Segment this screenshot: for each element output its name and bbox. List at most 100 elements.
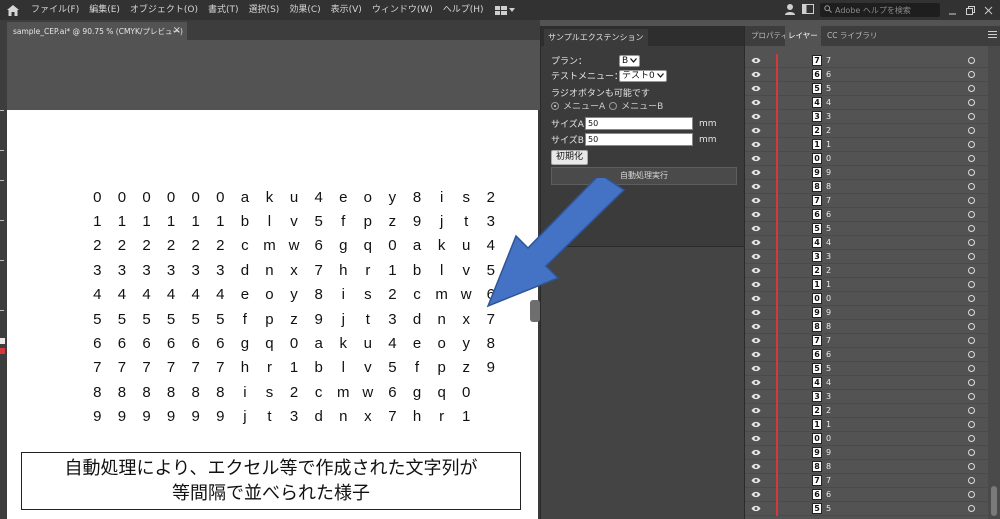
grid-character[interactable]: m <box>257 237 282 254</box>
grid-character[interactable]: 1 <box>454 408 479 425</box>
grid-character[interactable]: e <box>233 286 258 303</box>
visibility-eye-icon[interactable] <box>751 463 761 472</box>
layer-row[interactable]: 99 <box>745 446 989 460</box>
grid-character[interactable]: 4 <box>479 237 504 254</box>
grid-character[interactable]: t <box>257 408 282 425</box>
grid-character[interactable]: 7 <box>85 359 110 376</box>
visibility-eye-icon[interactable] <box>751 351 761 360</box>
grid-character[interactable]: z <box>380 213 405 230</box>
layer-row[interactable]: 55 <box>745 362 989 376</box>
layer-name[interactable]: 1 <box>826 420 831 429</box>
grid-character[interactable]: h <box>331 262 356 279</box>
layer-row[interactable]: 55 <box>745 502 989 516</box>
grid-character[interactable]: o <box>356 189 381 206</box>
grid-character[interactable]: b <box>306 359 331 376</box>
layer-name[interactable]: 3 <box>826 112 831 121</box>
grid-character[interactable]: l <box>331 359 356 376</box>
layer-row[interactable]: 11 <box>745 278 989 292</box>
layer-target-icon[interactable] <box>968 169 975 176</box>
grid-character[interactable]: 1 <box>85 213 110 230</box>
grid-character[interactable]: 5 <box>183 311 208 328</box>
visibility-eye-icon[interactable] <box>751 449 761 458</box>
visibility-eye-icon[interactable] <box>751 337 761 346</box>
grid-character[interactable]: 6 <box>110 335 135 352</box>
grid-character[interactable]: 0 <box>454 384 479 401</box>
menu-item[interactable]: 書式(T) <box>203 0 244 20</box>
visibility-eye-icon[interactable] <box>751 323 761 332</box>
grid-character[interactable]: 2 <box>159 237 184 254</box>
layer-target-icon[interactable] <box>968 337 975 344</box>
layer-name[interactable]: 9 <box>826 168 831 177</box>
layer-target-icon[interactable] <box>968 281 975 288</box>
grid-character[interactable]: b <box>233 213 258 230</box>
menu-item[interactable]: 効果(C) <box>284 0 325 20</box>
layers-scroll-thumb[interactable] <box>991 486 997 516</box>
layer-row[interactable]: 44 <box>745 236 989 250</box>
grid-character[interactable]: 8 <box>159 384 184 401</box>
grid-character[interactable]: d <box>306 408 331 425</box>
visibility-eye-icon[interactable] <box>751 407 761 416</box>
grid-character[interactable]: c <box>405 286 430 303</box>
grid-character[interactable]: 0 <box>110 189 135 206</box>
grid-character[interactable]: 0 <box>282 335 307 352</box>
layer-name[interactable]: 0 <box>826 434 831 443</box>
layer-target-icon[interactable] <box>968 183 975 190</box>
layer-target-icon[interactable] <box>968 449 975 456</box>
grid-character[interactable]: k <box>331 335 356 352</box>
panel-splitter[interactable] <box>530 300 540 322</box>
layer-target-icon[interactable] <box>968 239 975 246</box>
grid-character[interactable]: 0 <box>380 237 405 254</box>
grid-character[interactable]: b <box>405 262 430 279</box>
grid-character[interactable]: 3 <box>282 408 307 425</box>
grid-character[interactable]: 1 <box>282 359 307 376</box>
grid-character[interactable]: f <box>405 359 430 376</box>
grid-character[interactable]: 5 <box>479 262 504 279</box>
layer-name[interactable]: 6 <box>826 350 831 359</box>
visibility-eye-icon[interactable] <box>751 169 761 178</box>
grid-character[interactable]: 3 <box>134 262 159 279</box>
stroke-swatch-icon[interactable] <box>0 348 5 354</box>
layer-row[interactable]: 88 <box>745 180 989 194</box>
grid-character[interactable]: 9 <box>405 213 430 230</box>
grid-character[interactable]: 0 <box>208 189 233 206</box>
layer-row[interactable]: 22 <box>745 404 989 418</box>
grid-character[interactable]: p <box>429 359 454 376</box>
tool-icon[interactable] <box>0 310 4 311</box>
layer-name[interactable]: 6 <box>826 70 831 79</box>
grid-character[interactable]: o <box>429 335 454 352</box>
visibility-eye-icon[interactable] <box>751 225 761 234</box>
visibility-eye-icon[interactable] <box>751 295 761 304</box>
grid-character[interactable]: 1 <box>380 262 405 279</box>
layer-row[interactable]: 66 <box>745 68 989 82</box>
grid-character[interactable]: m <box>429 286 454 303</box>
grid-character[interactable]: 5 <box>159 311 184 328</box>
grid-character[interactable]: n <box>257 262 282 279</box>
layer-name[interactable]: 7 <box>826 336 831 345</box>
visibility-eye-icon[interactable] <box>751 211 761 220</box>
layer-name[interactable]: 6 <box>826 210 831 219</box>
layer-row[interactable]: 44 <box>745 376 989 390</box>
layer-row[interactable]: 99 <box>745 306 989 320</box>
grid-character[interactable]: 3 <box>208 262 233 279</box>
layer-name[interactable]: 5 <box>826 84 831 93</box>
grid-character[interactable]: 8 <box>183 384 208 401</box>
help-search-input[interactable]: Adobe ヘルプを検索 <box>820 3 940 17</box>
size-b-input[interactable]: 50 <box>585 133 693 146</box>
layer-target-icon[interactable] <box>968 57 975 64</box>
visibility-eye-icon[interactable] <box>751 99 761 108</box>
layer-name[interactable]: 8 <box>826 462 831 471</box>
account-icon[interactable] <box>784 3 796 18</box>
grid-character[interactable]: z <box>454 359 479 376</box>
grid-character[interactable]: 9 <box>306 311 331 328</box>
layer-name[interactable]: 2 <box>826 126 831 135</box>
visibility-eye-icon[interactable] <box>751 393 761 402</box>
layer-row[interactable]: 88 <box>745 460 989 474</box>
visibility-eye-icon[interactable] <box>751 239 761 248</box>
grid-character[interactable]: r <box>429 408 454 425</box>
grid-character[interactable]: 1 <box>110 213 135 230</box>
radio-menu-a[interactable] <box>551 101 559 110</box>
grid-character[interactable]: g <box>233 335 258 352</box>
grid-character[interactable]: 9 <box>208 408 233 425</box>
grid-character[interactable]: m <box>331 384 356 401</box>
workspace-switcher-icon[interactable] <box>494 5 521 15</box>
